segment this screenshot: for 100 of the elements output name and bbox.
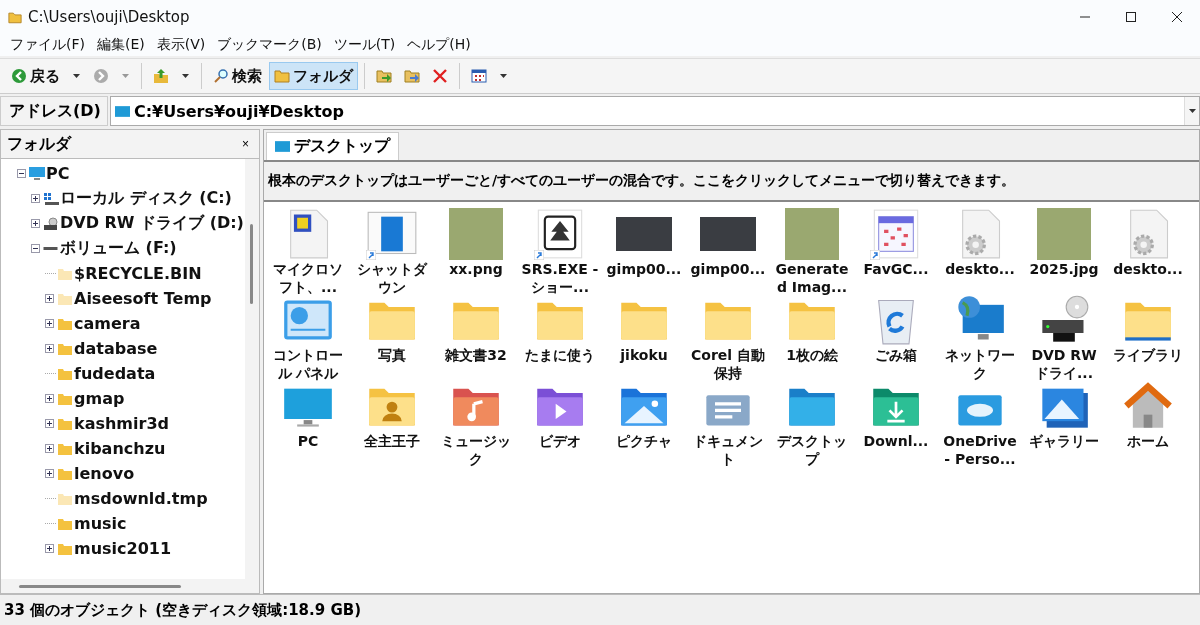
desktop-item[interactable]: デスクトップ <box>770 380 854 466</box>
tree-item[interactable]: gmap <box>74 389 125 408</box>
caret-icon <box>500 74 507 78</box>
dropdown-button[interactable] <box>1184 97 1199 125</box>
desktop-item[interactable]: ネットワーク <box>938 294 1022 380</box>
tree-item[interactable]: music2011 <box>74 539 172 558</box>
caret-icon <box>122 74 129 78</box>
folder-arrow-icon <box>376 68 392 84</box>
tree-item[interactable]: DVD RW ドライブ (D:) <box>60 213 244 234</box>
tree-item[interactable]: camera <box>74 314 141 333</box>
tree-item[interactable]: PC <box>46 164 70 183</box>
tree-item[interactable]: music <box>74 514 127 533</box>
scrollbar-thumb[interactable] <box>19 585 181 588</box>
desktop-item[interactable]: ピクチャ <box>602 380 686 466</box>
menu-item[interactable]: ブックマーク(B) <box>211 36 328 54</box>
back-button[interactable]: 戻る <box>6 62 65 90</box>
tree-item[interactable]: database <box>74 339 158 358</box>
tree-item[interactable]: fudedata <box>74 364 156 383</box>
desktop-item[interactable]: ミュージック <box>434 380 518 466</box>
address-field[interactable]: C:¥Users¥ouji¥Desktop <box>109 96 1200 126</box>
desktop-item[interactable]: ライブラリ <box>1106 294 1190 380</box>
photo-placeholder <box>785 208 839 260</box>
tree-item[interactable]: ローカル ディスク (C:) <box>60 188 232 209</box>
folders-button[interactable]: フォルダ <box>269 62 358 90</box>
menu-item[interactable]: 編集(E) <box>91 36 151 54</box>
desktop-item[interactable]: ごみ箱 <box>854 294 938 380</box>
expand-button[interactable] <box>31 219 42 228</box>
tree-item[interactable]: kashmir3d <box>74 414 169 433</box>
close-icon <box>1172 12 1182 22</box>
caret-icon <box>182 74 189 78</box>
collapse-button[interactable] <box>31 244 42 253</box>
desktop-item[interactable]: ギャラリー <box>1022 380 1106 466</box>
expand-button[interactable] <box>45 319 56 328</box>
menu-item[interactable]: ファイル(F) <box>4 36 91 54</box>
desktop-item[interactable]: ビデオ <box>518 380 602 466</box>
desktop-item[interactable]: SRS.EXE - ショー... <box>518 208 602 294</box>
status-bar: 33 個のオブジェクト (空きディスク領域:18.9 GB) <box>0 594 1200 625</box>
desktop-item[interactable]: 1枚の絵 <box>770 294 854 380</box>
tree-item[interactable]: msdownld.tmp <box>74 489 208 508</box>
folder-icon <box>274 68 290 84</box>
desktop-item[interactable]: Downl... <box>854 380 938 466</box>
desktop-item[interactable]: マイクロソフト、... <box>266 208 350 294</box>
caret-icon <box>73 74 80 78</box>
expand-button[interactable] <box>45 394 56 403</box>
folder-icon <box>8 10 22 24</box>
desktop-item[interactable]: 写真 <box>350 294 434 380</box>
tree-item[interactable]: ボリューム (F:) <box>60 238 177 259</box>
expand-button[interactable] <box>31 194 42 203</box>
window-title: C:\Users\ouji\Desktop <box>28 8 191 26</box>
info-bar[interactable]: 根本のデスクトップはユーザーごと/すべてのユーザーの混合です。ここをクリックしてメニューで切り替えできます。 <box>264 160 1199 202</box>
menu-item[interactable]: 表示(V) <box>150 36 212 54</box>
delete-icon <box>432 68 448 84</box>
panel-title: フォルダ <box>7 133 71 155</box>
desktop-item[interactable]: OneDrive - Perso... <box>938 380 1022 466</box>
desktop-item[interactable]: deskto... <box>938 208 1022 294</box>
desktop-item[interactable]: PC <box>266 380 350 466</box>
photo-placeholder <box>700 217 756 251</box>
expand-button[interactable] <box>45 444 56 453</box>
desktop-item[interactable]: ドキュメント <box>686 380 770 466</box>
search-button[interactable]: 検索 <box>208 62 267 90</box>
tree-item[interactable]: Aiseesoft Temp <box>74 289 212 308</box>
address-label: アドレス(D) <box>0 96 108 126</box>
close-button[interactable]: × <box>238 137 253 151</box>
caret-icon <box>1188 109 1196 113</box>
desktop-item[interactable]: シャットダウン <box>350 208 434 294</box>
desktop-item[interactable]: たまに使う <box>518 294 602 380</box>
menu-item[interactable]: ツール(T) <box>327 36 402 54</box>
drive-icon <box>43 191 59 206</box>
tree-item[interactable]: $RECYCLE.BIN <box>74 264 202 283</box>
desktop-item[interactable]: gimp00... <box>686 208 770 294</box>
desktop-item[interactable]: 2025.jpg <box>1022 208 1106 294</box>
expand-button[interactable] <box>45 469 56 478</box>
expand-button[interactable] <box>45 419 56 428</box>
desktop-item[interactable]: FavGC... <box>854 208 938 294</box>
tree-item[interactable]: lenovo <box>74 464 135 483</box>
expand-button[interactable] <box>45 344 56 353</box>
desktop-item[interactable]: Generated Imag... <box>770 208 854 294</box>
desktop-item[interactable]: ホーム <box>1106 380 1190 466</box>
maximize-icon <box>1126 12 1136 22</box>
monitor-icon <box>29 166 45 181</box>
desktop-item[interactable]: jikoku <box>602 294 686 380</box>
desktop-icon <box>114 105 130 117</box>
desktop-item[interactable]: Corel 自動保持 <box>686 294 770 380</box>
menu-item[interactable]: ヘルプ(H) <box>401 36 477 54</box>
view-grid-icon <box>471 68 487 84</box>
expand-button[interactable] <box>45 544 56 553</box>
desktop-item[interactable]: gimp00... <box>602 208 686 294</box>
expand-button[interactable] <box>45 294 56 303</box>
scrollbar-thumb[interactable] <box>250 224 253 304</box>
desktop-item[interactable]: xx.png <box>434 208 518 294</box>
desktop-item[interactable]: 雑文書32 <box>434 294 518 380</box>
desktop-item[interactable]: DVD RW ドライ... <box>1022 294 1106 380</box>
tab[interactable]: デスクトップ <box>266 132 399 160</box>
drive-icon <box>43 247 58 250</box>
desktop-icon <box>275 141 290 152</box>
tree-item[interactable]: kibanchzu <box>74 439 166 458</box>
desktop-item[interactable]: 全主王子 <box>350 380 434 466</box>
desktop-item[interactable]: コントロール パネル <box>266 294 350 380</box>
collapse-button[interactable] <box>17 169 28 178</box>
desktop-item[interactable]: deskto... <box>1106 208 1190 294</box>
